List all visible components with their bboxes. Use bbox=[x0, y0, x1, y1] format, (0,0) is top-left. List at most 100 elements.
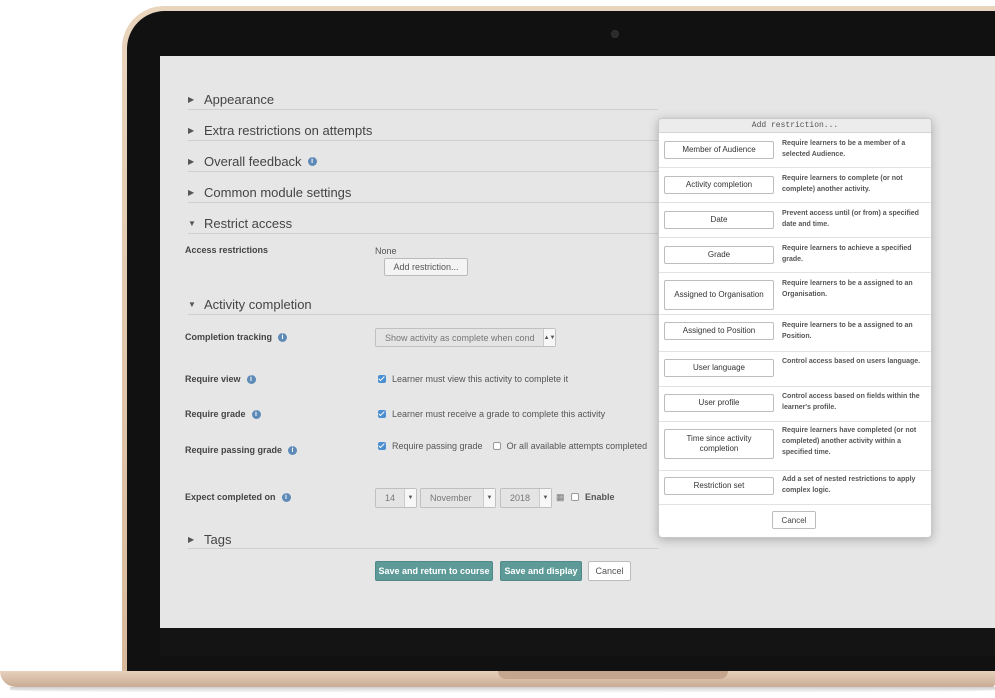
section-common-module-label: Common module settings bbox=[204, 185, 352, 200]
section-activity-completion-label: Activity completion bbox=[204, 297, 312, 312]
day-select[interactable]: 14 ▼ bbox=[375, 488, 417, 508]
require-grade-text: Require grade bbox=[185, 409, 246, 419]
assigned-to-organisation-button[interactable]: Assigned to Organisation bbox=[664, 280, 774, 310]
info-icon[interactable]: i bbox=[307, 157, 317, 166]
require-grade-checkbox[interactable] bbox=[378, 410, 386, 418]
dialog-cancel-button[interactable]: Cancel bbox=[772, 511, 816, 529]
info-icon[interactable]: i bbox=[288, 445, 298, 455]
require-passing-grade-option[interactable]: Require passing grade Or all available a… bbox=[378, 441, 647, 451]
restriction-description: Control access based on users language. bbox=[782, 358, 921, 365]
access-restrictions-value: None bbox=[375, 246, 397, 256]
save-and-return-button[interactable]: Save and return to course bbox=[375, 561, 493, 581]
add-restriction-button[interactable]: Add restriction... bbox=[384, 258, 468, 276]
require-grade-option[interactable]: Learner must receive a grade to complete… bbox=[378, 409, 605, 419]
completion-tracking-text: Completion tracking bbox=[185, 332, 273, 342]
date-button[interactable]: Date bbox=[664, 211, 774, 229]
chevron-down-icon: ▼ bbox=[404, 489, 416, 507]
enable-option[interactable]: Enable bbox=[571, 492, 615, 502]
restriction-description: Require learners have completed (or not … bbox=[782, 427, 917, 456]
year-select[interactable]: 2018 ▼ bbox=[500, 488, 552, 508]
calendar-icon[interactable]: ▦ bbox=[556, 492, 565, 503]
member-of-audience-button[interactable]: Member of Audience bbox=[664, 141, 774, 159]
section-appearance[interactable]: ▶ Appearance bbox=[188, 92, 274, 107]
caret-right-icon: ▶ bbox=[188, 126, 195, 135]
expect-completed-label: Expect completed on i bbox=[185, 492, 291, 502]
day-value: 14 bbox=[385, 493, 396, 503]
save-and-display-button[interactable]: Save and display bbox=[500, 561, 582, 581]
require-passing-grade-option-label: Require passing grade bbox=[392, 441, 483, 451]
year-value: 2018 bbox=[510, 493, 531, 503]
restriction-row: Time since activity completion Require l… bbox=[659, 421, 931, 471]
restriction-row: User profile Control access based on fie… bbox=[659, 386, 931, 422]
divider bbox=[188, 171, 658, 172]
restriction-row: Restriction set Add a set of nested rest… bbox=[659, 470, 931, 505]
restriction-description: Require learners to be a member of a sel… bbox=[782, 140, 906, 158]
month-select[interactable]: November ▼ bbox=[420, 488, 496, 508]
restriction-description: Require learners to achieve a specified … bbox=[782, 245, 912, 263]
section-appearance-label: Appearance bbox=[204, 92, 275, 107]
section-common-module[interactable]: ▶ Common module settings bbox=[188, 185, 351, 200]
caret-down-icon: ▼ bbox=[188, 300, 196, 309]
grade-button[interactable]: Grade bbox=[664, 246, 774, 264]
cancel-button[interactable]: Cancel bbox=[588, 561, 631, 581]
access-restrictions-label: Access restrictions bbox=[185, 245, 268, 255]
all-attempts-checkbox[interactable] bbox=[492, 442, 501, 450]
info-icon[interactable]: i bbox=[251, 409, 261, 419]
section-tags-label: Tags bbox=[204, 532, 232, 547]
restriction-description: Add a set of nested restrictions to appl… bbox=[782, 476, 916, 494]
section-extra-restrictions[interactable]: ▶ Extra restrictions on attempts bbox=[188, 123, 372, 138]
restriction-set-button[interactable]: Restriction set bbox=[664, 477, 774, 495]
chevron-down-icon: ▼ bbox=[539, 489, 551, 507]
divider bbox=[188, 140, 658, 141]
restriction-row: User language Control access based on us… bbox=[659, 351, 931, 387]
expect-completed-text: Expect completed on bbox=[185, 492, 276, 502]
all-attempts-option-label: Or all available attempts completed bbox=[506, 441, 648, 451]
info-icon[interactable]: i bbox=[281, 492, 291, 502]
require-grade-option-label: Learner must receive a grade to complete… bbox=[392, 409, 606, 419]
divider bbox=[188, 202, 658, 203]
info-icon[interactable]: i bbox=[246, 374, 256, 384]
chevron-down-icon: ▼ bbox=[483, 489, 495, 507]
require-view-checkbox[interactable] bbox=[378, 375, 386, 383]
section-restrict-access-label: Restrict access bbox=[204, 216, 293, 231]
add-restriction-dialog: Add restriction... Member of Audience Re… bbox=[658, 118, 932, 538]
restriction-row: Member of Audience Require learners to b… bbox=[659, 132, 931, 168]
section-activity-completion[interactable]: ▼ Activity completion bbox=[188, 297, 312, 312]
section-tags[interactable]: ▶ Tags bbox=[188, 532, 231, 547]
access-restrictions-text: Access restrictions bbox=[185, 245, 269, 255]
section-overall-feedback-label: Overall feedback bbox=[204, 154, 302, 169]
divider bbox=[188, 233, 658, 234]
restriction-description: Control access based on fields within th… bbox=[782, 393, 920, 411]
enable-checkbox[interactable] bbox=[571, 493, 579, 501]
webcam bbox=[611, 30, 619, 38]
require-grade-label: Require grade i bbox=[185, 409, 261, 419]
assigned-to-position-button[interactable]: Assigned to Position bbox=[664, 322, 774, 340]
caret-down-icon: ▼ bbox=[188, 219, 196, 228]
require-passing-grade-checkbox[interactable] bbox=[378, 442, 386, 450]
section-overall-feedback[interactable]: ▶ Overall feedback i bbox=[188, 154, 317, 169]
restriction-description: Require learners to be a assigned to an … bbox=[782, 280, 913, 298]
restriction-row: Assigned to Position Require learners to… bbox=[659, 314, 931, 352]
activity-completion-button[interactable]: Activity completion bbox=[664, 176, 774, 194]
require-passing-grade-text: Require passing grade bbox=[185, 445, 283, 455]
user-profile-button[interactable]: User profile bbox=[664, 394, 774, 412]
user-language-button[interactable]: User language bbox=[664, 359, 774, 377]
enable-label: Enable bbox=[585, 492, 615, 502]
restriction-row: Assigned to Organisation Require learner… bbox=[659, 272, 931, 315]
section-restrict-access[interactable]: ▼ Restrict access bbox=[188, 216, 292, 231]
info-icon[interactable]: i bbox=[278, 332, 288, 342]
completion-tracking-select[interactable]: Show activity as complete when cond ▲▼ bbox=[375, 328, 556, 347]
divider bbox=[188, 109, 658, 110]
restriction-description: Require learners to complete (or not com… bbox=[782, 175, 903, 193]
caret-right-icon: ▶ bbox=[188, 95, 195, 104]
restriction-row: Activity completion Require learners to … bbox=[659, 167, 931, 203]
caret-right-icon: ▶ bbox=[188, 188, 195, 197]
divider bbox=[188, 548, 658, 549]
screen: ▶ Appearance ▶ Extra restrictions on att… bbox=[160, 56, 995, 628]
completion-tracking-label: Completion tracking i bbox=[185, 332, 288, 342]
divider bbox=[188, 314, 658, 315]
require-view-option[interactable]: Learner must view this activity to compl… bbox=[378, 374, 568, 384]
time-since-activity-completion-button[interactable]: Time since activity completion bbox=[664, 429, 774, 459]
caret-right-icon: ▶ bbox=[188, 535, 195, 544]
section-extra-restrictions-label: Extra restrictions on attempts bbox=[204, 123, 373, 138]
